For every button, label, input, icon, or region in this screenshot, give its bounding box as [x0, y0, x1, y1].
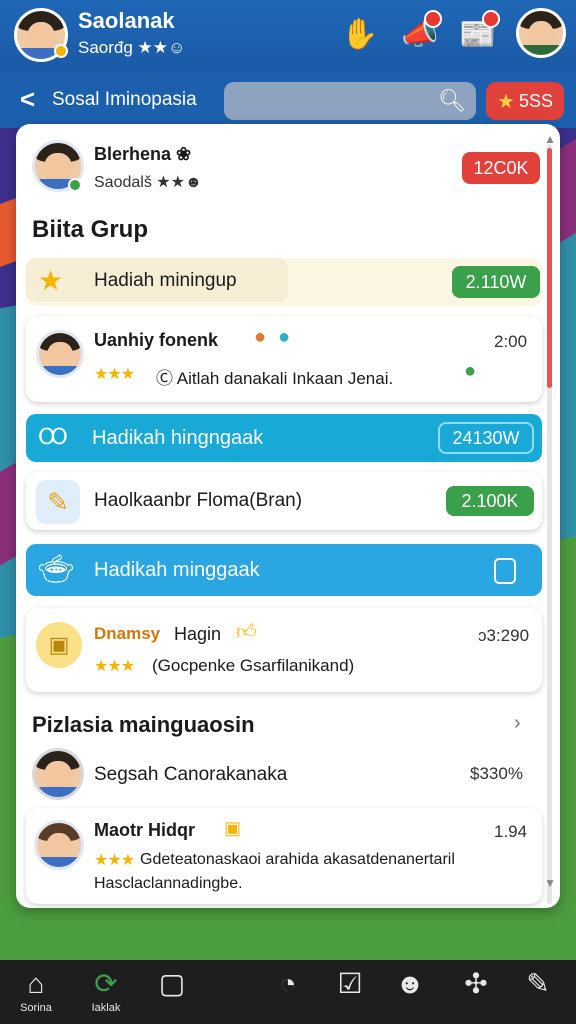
reward-label: Hadiah miningup: [94, 270, 237, 291]
profile-sub: Saodalš ★★☻: [94, 174, 202, 191]
chat-icon: ☻: [395, 968, 425, 999]
list-value: $330%: [470, 764, 523, 783]
avatar-shirt: [37, 857, 81, 867]
action-row[interactable]: 🍲︎ Hadikah minggaak: [26, 544, 542, 596]
message-time: 2:00: [494, 332, 528, 351]
avatar-shirt: [519, 45, 563, 55]
message-avatar: [34, 820, 84, 870]
status-icon: ●: [464, 360, 477, 382]
nav-label: Iaklak: [91, 1002, 121, 1014]
star-icon: ★: [38, 265, 64, 296]
lock-icon: ▣: [36, 622, 82, 668]
task-value[interactable]: 2.100K: [446, 486, 534, 516]
nav-check[interactable]: ◔: [264, 968, 312, 1000]
megaphone-icon[interactable]: 📣: [398, 10, 442, 56]
list-item[interactable]: Segsah Canorakanaka $330%: [26, 744, 542, 804]
profile-badge[interactable]: 12C0K: [462, 152, 540, 184]
scroll-down-icon[interactable]: ▼: [544, 876, 556, 890]
puzzle-icon: ✣: [464, 968, 488, 999]
avatar-shirt: [35, 786, 81, 797]
online-badge: [68, 178, 82, 192]
task-card[interactable]: ✎ Haolkaanbr Floma(Bran) 2.100K: [26, 472, 542, 530]
scrollbar-thumb[interactable]: [547, 148, 552, 388]
friend-avatar[interactable]: [516, 8, 566, 58]
refresh-icon: ⟳: [94, 968, 118, 999]
calendar-icon[interactable]: 📰: [456, 10, 500, 56]
notification-badge: [424, 10, 442, 28]
nav-square[interactable]: ▢: [148, 968, 196, 1000]
message-sender: Maotr Hidqr: [94, 820, 195, 840]
main-panel: ▲ ▼ Blerhena ❀ Saodalš ★★☻ 12C0K Biita G…: [16, 124, 560, 908]
profile-name: Blerhena ❀: [94, 144, 192, 164]
action-label: Hadikah minggaak: [94, 559, 260, 581]
message-time: 1.94: [494, 822, 528, 841]
message-sender: Hagin: [174, 624, 222, 644]
edit-icon: ✎: [526, 968, 550, 999]
link-icon: Ꝏ: [38, 424, 68, 449]
coins-button[interactable]: ★ 5SS: [486, 82, 564, 120]
app-subtitle: Saorđg ★★☺: [78, 38, 186, 57]
nav-refresh[interactable]: ⟳ Iaklak: [82, 968, 130, 1014]
section-title: Biita Grup: [32, 216, 149, 243]
check-circle-icon: ◔: [279, 968, 297, 999]
message-text: Gdeteatonaskaoi arahida akasatdenanertar…: [94, 851, 455, 892]
online-badge: [54, 44, 68, 58]
nav-puzzle[interactable]: ✣: [452, 968, 500, 1000]
reward-row[interactable]: ★ Hadiah miningup 2.110W: [26, 258, 542, 306]
search-input[interactable]: 🔍︎: [224, 82, 476, 120]
bowl-icon: 🍲︎: [38, 553, 74, 584]
emoji-icon: ●: [254, 326, 267, 348]
search-icon[interactable]: 🔍︎: [438, 88, 466, 114]
coins-value: 5SS: [518, 90, 553, 111]
nav-tasks[interactable]: ☑: [326, 968, 374, 1000]
page-title: Sosal Iminopasia: [52, 89, 197, 110]
notification-badge: [482, 10, 500, 28]
list-avatar: [32, 748, 84, 800]
message-avatar: [36, 330, 84, 378]
reward-value[interactable]: 2.110W: [452, 266, 540, 298]
chevron-right-icon[interactable]: ›: [514, 712, 521, 735]
pencil-icon: ✎: [36, 480, 80, 524]
nav-chat[interactable]: ☻: [386, 968, 434, 1000]
highlight-row[interactable]: Ꝏ Hadikah hingngaak 24130W: [26, 414, 542, 462]
rating-stars: ★★★: [94, 366, 135, 383]
nav-edit[interactable]: ✎: [514, 968, 562, 1000]
star-icon: ★: [497, 90, 515, 113]
app-title: Saolanak: [78, 8, 175, 33]
bottom-nav: ⌂ Sorina ⟳ Iaklak ▢ ◔ ☑ ☻ ✣ ✎: [0, 960, 576, 1024]
nav-home[interactable]: ⌂ Sorina: [12, 968, 60, 1014]
highlight-value[interactable]: 24130W: [438, 422, 534, 454]
back-icon[interactable]: <: [20, 84, 35, 115]
tasks-icon: ☑: [337, 968, 363, 999]
message-card[interactable]: Uanhiy fonenk ● ● 2:00 ★★★ Ⓒ Aitlah dana…: [26, 316, 542, 402]
top-bar: Saolanak Saorđg ★★☺ ✋ 📣 📰: [0, 0, 576, 72]
message-text: Ⓒ Aitlah danakali Inkaan Jenai.: [156, 369, 394, 388]
task-label: Haolkaanbr Floma(Bran): [94, 490, 303, 511]
message-card[interactable]: ▣ Dnamsy Hagin 👍︎ ɔ3:290 ★★★ (Gocpenke G…: [26, 608, 542, 692]
info-icon[interactable]: [494, 558, 516, 584]
message-text: (Gocpenke Gsarfilanikand): [152, 656, 355, 675]
message-time: ɔ3:290: [478, 626, 530, 645]
square-icon: ▢: [158, 968, 186, 999]
home-icon: ⌂: [27, 968, 45, 999]
message-sender-prefix: Dnamsy: [94, 624, 161, 643]
nav-label: Sorina: [20, 1002, 52, 1014]
message-card[interactable]: Maotr Hidqr ▣ 1.94 ★★★ Gdeteatonaskaoi a…: [26, 808, 542, 904]
message-sender: Uanhiy fonenk: [94, 330, 219, 350]
avatar-shirt: [39, 365, 81, 375]
emoji-icon: ●: [278, 326, 291, 348]
list-name: Segsah Canorakanaka: [94, 764, 288, 785]
hand-icon[interactable]: ✋: [338, 12, 382, 56]
highlight-label: Hadikah hingngaak: [92, 427, 264, 449]
section-title: Pizlasia mainguaosin: [32, 712, 255, 737]
rating-stars: ★★★: [94, 658, 135, 675]
nav-bar: < Sosal Iminopasia 🔍︎ ★ 5SS: [0, 72, 576, 128]
scroll-up-icon[interactable]: ▲: [544, 132, 556, 146]
thumbs-up-icon: 👍︎: [236, 621, 257, 643]
badge-icon: ▣: [224, 818, 242, 838]
